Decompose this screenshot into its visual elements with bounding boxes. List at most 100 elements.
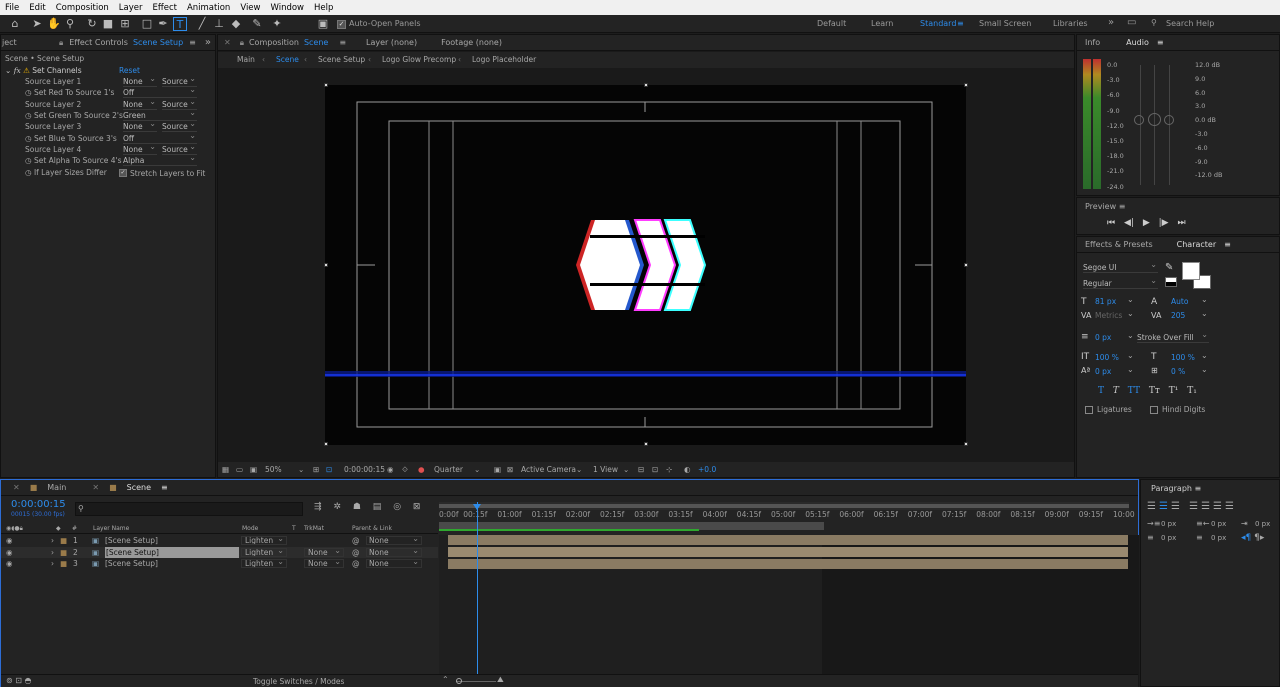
show-channel-icon[interactable]: ⟐	[402, 462, 408, 477]
crumb-scene-setup[interactable]: Scene Setup	[318, 52, 365, 68]
ligatures-checkbox[interactable]	[1085, 406, 1093, 414]
visibility-icon[interactable]: ◉	[6, 558, 13, 569]
expand-panels-icon[interactable]: »	[199, 37, 215, 48]
zoom-tool-icon[interactable]: ⚲	[63, 17, 77, 31]
workspace-small-screen[interactable]: Small Screen	[979, 19, 1031, 28]
zoom-in-icon[interactable]: ⛰	[497, 675, 504, 685]
auto-open-checkbox[interactable]: ✓	[337, 20, 346, 29]
superscript-button[interactable]: T¹	[1166, 386, 1182, 396]
expand-layer-icon[interactable]: ›	[51, 547, 54, 558]
panel-menu-icon[interactable]: ≡	[186, 38, 199, 47]
menu-effect[interactable]: Effect	[148, 3, 182, 13]
chevron-down-icon[interactable]: ⌄	[1127, 365, 1134, 374]
chevron-down-icon[interactable]: ⌄	[1201, 351, 1208, 360]
display-icon[interactable]: ▭	[236, 462, 243, 477]
crumb-logo-placeholder[interactable]: Logo Placeholder	[472, 52, 536, 68]
chevron-down-icon[interactable]: ⌄	[1201, 295, 1208, 304]
comp-viewer[interactable]	[325, 85, 966, 445]
font-style-select[interactable]: Regular	[1083, 276, 1158, 289]
resolution-select[interactable]: Quarter	[434, 462, 463, 477]
audio-slider-left[interactable]	[1134, 115, 1144, 125]
snap-icon[interactable]: ▣	[316, 17, 330, 31]
transparency-grid-icon[interactable]: ⊠	[507, 462, 513, 477]
workspace-libraries[interactable]: Libraries	[1053, 19, 1088, 28]
kerning-value[interactable]: Metrics	[1095, 311, 1122, 320]
effect-param-select[interactable]: Green	[123, 108, 197, 121]
close-tab-icon[interactable]: ✕	[1, 483, 26, 492]
roto-brush-tool-icon[interactable]: ✎	[250, 17, 264, 31]
camera-icon[interactable]: ◉	[387, 462, 394, 477]
hindi-digits-checkbox[interactable]	[1150, 406, 1158, 414]
expand-layer-icon[interactable]: ›	[51, 535, 54, 546]
menu-view[interactable]: View	[235, 3, 265, 13]
home-icon[interactable]: ⌂	[8, 17, 22, 31]
layer-name[interactable]: [Scene Setup]	[105, 535, 158, 546]
small-caps-button[interactable]: Tт	[1146, 386, 1163, 396]
label-color-icon[interactable]: ■	[60, 535, 67, 546]
rtl-direction-icon[interactable]: ¶▸	[1254, 533, 1264, 543]
pickwhip-icon[interactable]: @	[352, 535, 360, 546]
leading-value[interactable]: Auto	[1171, 297, 1188, 306]
rotate-tool-icon[interactable]: ↻	[85, 17, 99, 31]
chevron-down-icon[interactable]: ⌄	[1201, 309, 1208, 318]
lock-icon[interactable]: 🔒︎	[237, 38, 247, 48]
draft-3d-icon[interactable]: ⊡	[652, 462, 658, 477]
panel-menu-icon[interactable]: ≡	[1222, 240, 1237, 249]
zoom-slider[interactable]	[456, 681, 496, 682]
footage-tab[interactable]: Footage (none)	[429, 38, 514, 47]
col-trkmat[interactable]: TrkMat	[304, 523, 324, 534]
view-layout-select[interactable]: 1 View	[593, 462, 618, 477]
visibility-icon[interactable]: ◉	[6, 535, 13, 546]
stopwatch-icon[interactable]: ◷	[25, 156, 34, 165]
effect-param-select[interactable]: Off	[123, 85, 197, 99]
layer-handle[interactable]	[324, 263, 328, 267]
space-before-value[interactable]: 0 px	[1161, 534, 1176, 542]
crumb-logo-glow[interactable]: Logo Glow Precomp	[382, 52, 456, 68]
menu-animation[interactable]: Animation	[182, 3, 235, 13]
chevron-down-icon[interactable]: ⌄	[1201, 365, 1208, 374]
chevron-down-icon[interactable]: ⌄	[277, 556, 284, 567]
toggle-switches-modes[interactable]: Toggle Switches / Modes	[253, 677, 344, 686]
stopwatch-icon[interactable]: ◷	[25, 111, 34, 120]
composition-tab-name[interactable]: Scene	[301, 38, 331, 47]
font-size-value[interactable]: 81 px	[1095, 297, 1116, 306]
layer-bar-2[interactable]	[448, 547, 1128, 557]
frame-blending-icon[interactable]: ▤	[373, 502, 382, 512]
viewer-timecode[interactable]: 0:00:00:15	[344, 462, 385, 477]
rectangle-tool-icon[interactable]: □	[140, 17, 154, 31]
snapshot-icon[interactable]: ▦	[222, 462, 229, 477]
last-frame-icon[interactable]: ⏭	[1177, 218, 1185, 228]
chevron-down-icon[interactable]: ⌄	[1127, 295, 1134, 304]
camera-tool-icon[interactable]: ■	[101, 17, 115, 31]
chevron-down-icon[interactable]: ⌄	[334, 556, 341, 567]
close-tab-icon[interactable]: ✕	[218, 38, 237, 47]
font-family-select[interactable]: Segoe UI	[1083, 260, 1158, 273]
eyedropper-icon[interactable]: ✎	[1165, 262, 1173, 273]
align-left-icon[interactable]: ☰	[1147, 501, 1159, 512]
zoom-select[interactable]: 50%	[265, 462, 282, 477]
timeline-timecode[interactable]: 0:00:00:15	[11, 499, 66, 510]
first-frame-icon[interactable]: ⏮	[1107, 218, 1115, 228]
subscript-button[interactable]: T₁	[1184, 386, 1200, 396]
work-area-bar[interactable]	[439, 502, 1129, 510]
stopwatch-icon[interactable]: ◷	[25, 168, 32, 177]
layer-row[interactable]: ◉ › ■ 1 ▣ [Scene Setup] Lighten @ None ⌄ ⌄	[1, 534, 438, 546]
ltr-direction-icon[interactable]: ◂¶	[1241, 533, 1251, 543]
chevron-down-icon[interactable]: ⌄	[474, 462, 480, 477]
menu-window[interactable]: Window	[265, 3, 309, 13]
panel-menu-icon[interactable]: ≡	[331, 38, 354, 47]
fast-preview-icon[interactable]: ▣	[494, 462, 501, 477]
justify-left-icon[interactable]: ☰	[1189, 501, 1201, 512]
chevron-down-icon[interactable]: ⌄	[334, 545, 341, 556]
panel-menu-icon[interactable]: ≡	[1119, 202, 1126, 211]
effect-param-select[interactable]: None	[123, 97, 157, 110]
chevron-down-icon[interactable]: ⌄	[1127, 331, 1134, 340]
effect-controls-target[interactable]: Scene Setup	[130, 38, 186, 47]
selection-tool-icon[interactable]: ➤	[30, 17, 44, 31]
stroke-width-value[interactable]: 0 px	[1095, 333, 1111, 342]
reset-exposure-icon[interactable]: ◐	[684, 462, 691, 477]
col-t[interactable]: T	[292, 523, 296, 534]
layer-handle[interactable]	[324, 83, 328, 87]
pickwhip-icon[interactable]: @	[352, 558, 360, 569]
playhead[interactable]	[477, 502, 478, 674]
